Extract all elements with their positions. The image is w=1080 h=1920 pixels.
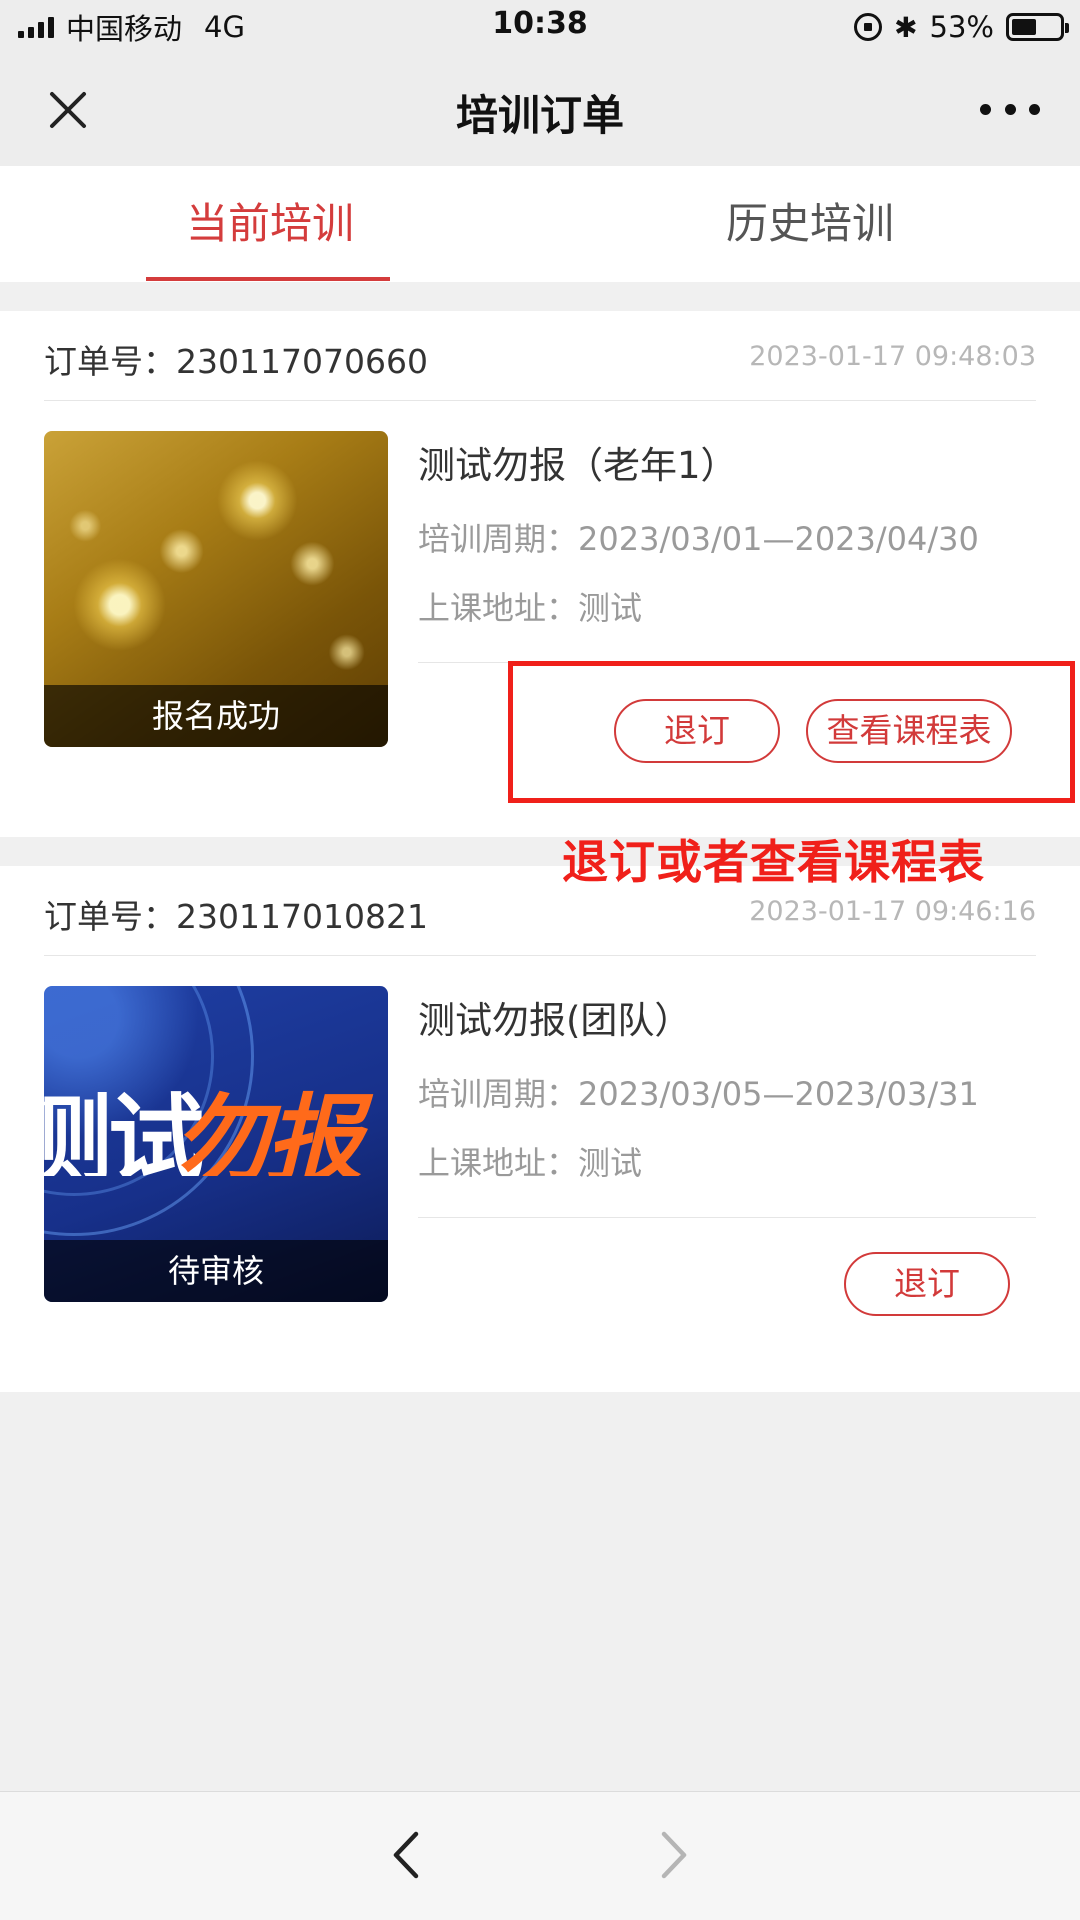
carrier-label: 中国移动	[66, 12, 183, 46]
status-left: 中国移动 4G	[18, 8, 245, 46]
address-value: 测试	[578, 1144, 643, 1182]
training-period: 培训周期：2023/03/05—2023/03/31	[418, 1069, 979, 1115]
battery-level	[1012, 19, 1037, 35]
nav-bar: 培训订单	[0, 54, 1080, 166]
order-number: 订单号：230117070660	[44, 342, 428, 381]
divider	[418, 1217, 1036, 1218]
tab-bar: 当前培训 历史培训	[0, 166, 1080, 282]
status-badge: 报名成功	[44, 685, 388, 747]
course-name: 测试勿报（老年1）	[418, 444, 738, 487]
training-period: 培训周期：2023/03/01—2023/04/30	[418, 514, 979, 560]
network-label: 4G	[204, 10, 245, 44]
signal-icon	[18, 16, 54, 38]
thumbnail-text-orange: 勿报	[174, 1084, 362, 1176]
annotation-highlight-box	[508, 661, 1075, 803]
cancel-order-button[interactable]: 退订	[844, 1252, 1010, 1316]
annotation-text: 退订或者查看课程表	[562, 835, 985, 889]
period-value: 2023/03/01—2023/04/30	[578, 520, 979, 558]
page-title: 培训订单	[455, 91, 624, 140]
address-value: 测试	[578, 589, 643, 627]
address-label: 上课地址：	[418, 1144, 579, 1182]
order-time: 2023-01-17 09:48:03	[749, 341, 1036, 372]
active-tab-indicator	[146, 277, 390, 281]
period-value: 2023/03/05—2023/03/31	[578, 1075, 979, 1113]
tab-current-training[interactable]: 当前培训	[0, 166, 540, 282]
order-number: 订单号：230117010821	[44, 897, 428, 936]
course-thumbnail[interactable]: 报名成功	[44, 431, 388, 747]
course-name: 测试勿报(团队）	[418, 999, 692, 1042]
course-thumbnail[interactable]: 测试 勿报 待审核	[44, 986, 388, 1302]
class-address: 上课地址：测试	[418, 1138, 642, 1184]
class-address: 上课地址：测试	[418, 583, 642, 629]
order-card: 订单号：230117010821 2023-01-17 09:46:16 测试 …	[0, 866, 1080, 1392]
rotation-lock-icon	[854, 13, 883, 41]
status-badge: 待审核	[44, 1240, 388, 1302]
tab-history-training[interactable]: 历史培训	[540, 166, 1080, 282]
status-right: ✱ 53%	[854, 8, 1069, 46]
address-label: 上课地址：	[418, 589, 579, 627]
forward-arrow-icon[interactable]	[646, 1828, 698, 1882]
status-bar: 中国移动 4G 10:38 ✱ 53%	[0, 0, 1080, 54]
close-icon[interactable]	[42, 84, 94, 136]
bluetooth-icon: ✱	[894, 10, 918, 44]
back-arrow-icon[interactable]	[382, 1828, 434, 1882]
more-icon[interactable]	[980, 94, 1040, 124]
period-label: 培训周期：	[418, 520, 579, 558]
thumbnail-artwork: 测试 勿报	[44, 1056, 388, 1176]
battery-percent: 53%	[929, 10, 994, 44]
battery-icon	[1006, 13, 1069, 41]
order-header: 订单号：230117070660 2023-01-17 09:48:03	[44, 311, 1036, 401]
order-time: 2023-01-17 09:46:16	[749, 896, 1036, 927]
bottom-toolbar	[0, 1791, 1080, 1920]
period-label: 培训周期：	[418, 1075, 579, 1113]
